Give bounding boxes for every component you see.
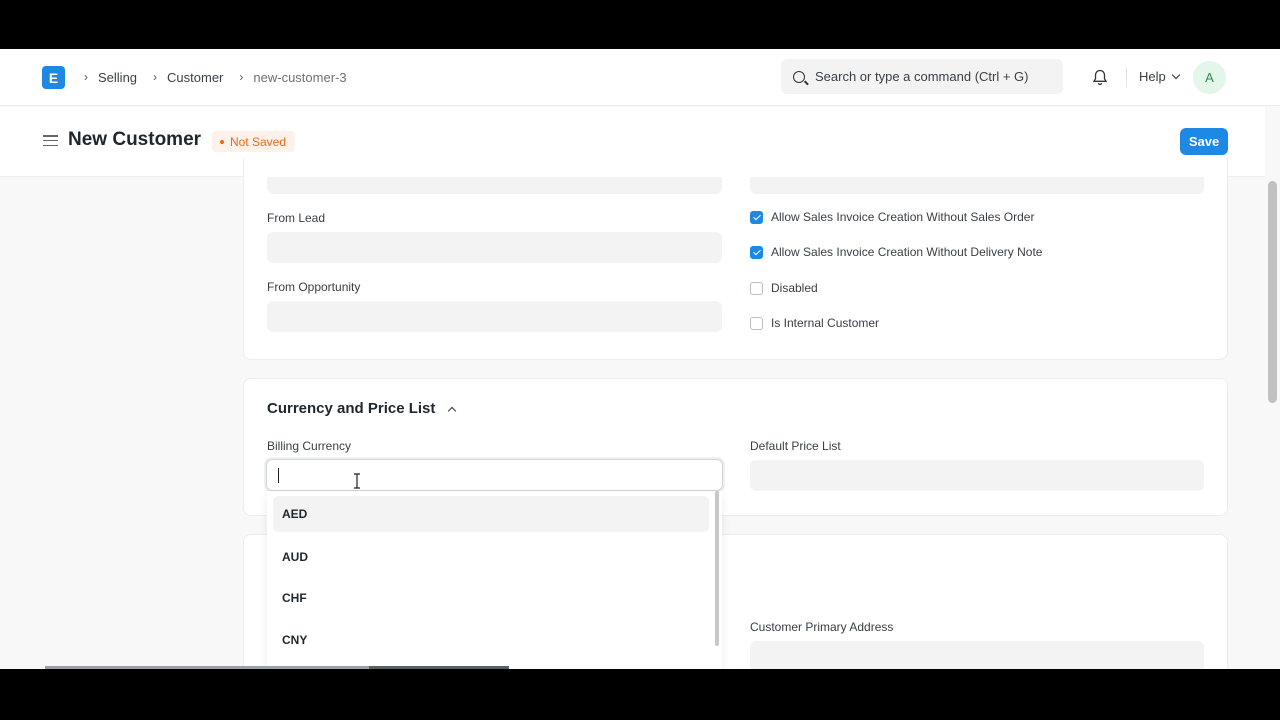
status-badge: Not Saved <box>212 131 296 152</box>
checkbox-internal-customer[interactable]: Is Internal Customer <box>750 316 879 330</box>
search-icon <box>793 70 805 83</box>
app-viewport: E › Selling › Customer › new-customer-3 … <box>0 49 1280 669</box>
chevron-right-icon: › <box>153 70 158 84</box>
dropdown-option-aed[interactable]: AED <box>273 496 709 532</box>
default-price-list-label: Default Price List <box>750 439 841 453</box>
from-opportunity-field[interactable] <box>267 301 722 332</box>
from-lead-label: From Lead <box>267 211 326 225</box>
dropdown-option-chf[interactable]: CHF <box>273 580 709 616</box>
status-text: Not Saved <box>230 134 287 149</box>
checkbox-unchecked-icon[interactable] <box>750 316 763 330</box>
status-dot-icon <box>220 139 224 144</box>
breadcrumb: › Selling › Customer › new-customer-3 <box>78 68 357 86</box>
page-title: New Customer <box>68 129 202 150</box>
text-caret <box>278 468 279 483</box>
save-button[interactable]: Save <box>1180 128 1228 155</box>
billing-currency-label: Billing Currency <box>267 439 352 453</box>
search-bar[interactable] <box>781 59 1063 94</box>
billing-currency-input[interactable] <box>266 459 723 491</box>
search-input[interactable] <box>815 69 1055 84</box>
checkbox-label: Is Internal Customer <box>771 316 880 330</box>
chevron-up-icon[interactable] <box>448 406 457 415</box>
navbar-divider <box>1126 67 1127 87</box>
horizontal-scrollbar-segment <box>369 666 509 669</box>
chevron-right-icon: › <box>239 70 244 84</box>
default-price-list-field[interactable] <box>750 460 1204 491</box>
from-opportunity-label: From Opportunity <box>267 280 361 294</box>
navbar: E › Selling › Customer › new-customer-3 … <box>0 49 1280 106</box>
text-cursor-icon <box>354 473 360 489</box>
breadcrumb-customer[interactable]: Customer <box>167 70 223 85</box>
dropdown-option-aud[interactable]: AUD <box>273 539 709 575</box>
checkbox-label: Disabled <box>771 281 818 295</box>
chevron-right-icon: › <box>84 70 88 84</box>
checkbox-checked-icon[interactable] <box>750 210 763 224</box>
field-above-left[interactable] <box>267 177 722 194</box>
sidebar-toggle-icon[interactable] <box>43 135 58 147</box>
app-logo[interactable]: E <box>42 66 65 89</box>
chevron-down-icon <box>1171 70 1180 79</box>
checkbox-unchecked-icon[interactable] <box>750 281 763 295</box>
horizontal-scrollbar[interactable] <box>45 666 369 669</box>
customer-primary-address-label: Customer Primary Address <box>750 620 894 634</box>
breadcrumb-selling[interactable]: Selling <box>98 70 137 85</box>
checkbox-label: Allow Sales Invoice Creation Without Del… <box>771 245 1043 259</box>
breadcrumb-current[interactable]: new-customer-3 <box>253 70 346 85</box>
avatar[interactable]: A <box>1193 61 1226 94</box>
currency-dropdown: AED AUD CHF CNY <box>267 491 722 669</box>
checkbox-disabled[interactable]: Disabled <box>750 281 818 295</box>
section-header-currency[interactable]: Currency and Price List <box>267 400 457 417</box>
dropdown-option-cny[interactable]: CNY <box>273 622 709 658</box>
page-scrollbar[interactable] <box>1268 181 1277 403</box>
checkbox-checked-icon[interactable] <box>750 245 763 259</box>
from-lead-field[interactable] <box>267 232 722 263</box>
help-dropdown[interactable]: Help <box>1139 69 1180 84</box>
checkbox-without-delivery-note[interactable]: Allow Sales Invoice Creation Without Del… <box>750 245 1042 259</box>
checkbox-label: Allow Sales Invoice Creation Without Sal… <box>771 210 1035 224</box>
customer-primary-address-field[interactable] <box>750 641 1204 669</box>
checkbox-without-sales-order[interactable]: Allow Sales Invoice Creation Without Sal… <box>750 210 1034 224</box>
section-title: Currency and Price List <box>267 400 436 417</box>
help-label: Help <box>1139 69 1166 84</box>
field-above-right[interactable] <box>750 177 1204 194</box>
notification-bell-icon[interactable] <box>1092 69 1108 86</box>
dropdown-scrollbar[interactable] <box>715 491 719 646</box>
